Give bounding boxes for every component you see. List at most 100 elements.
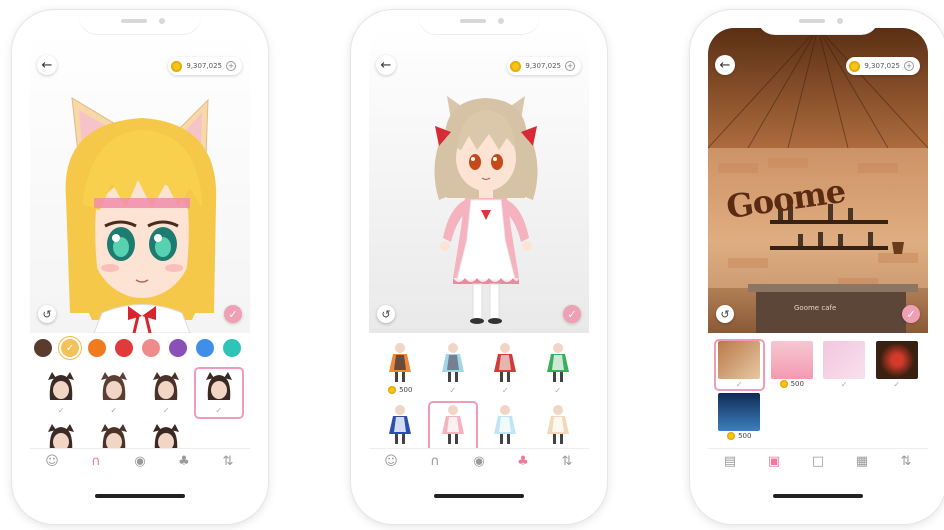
undo-icon[interactable]: ↺	[377, 305, 395, 323]
item-status: 500	[727, 431, 751, 441]
phone-hair-editor: ← 9,307,025 + ↺ ✓ ✓ ✓ ✓ ✓ ✓ ☺ ∩ ◉ ♣ ⇅	[12, 10, 268, 524]
add-coins-icon[interactable]: +	[904, 61, 914, 71]
coin-icon	[849, 60, 861, 72]
outfit-thumbnail	[434, 403, 472, 447]
hair-style-item[interactable]: ✓	[143, 369, 190, 417]
screen: ← 9,307,025 +	[708, 28, 928, 506]
cafe-background-stage: ← 9,307,025 + Goome Goome cafe ↺ ✓	[708, 28, 928, 333]
hair-thumbnail	[147, 369, 185, 405]
item-status: ✓	[449, 385, 456, 395]
item-status: ✓	[215, 405, 222, 415]
confirm-check-icon[interactable]: ✓	[902, 305, 920, 323]
screen: ← 9,307,025 +	[369, 28, 589, 506]
outfit-thumbnail	[381, 403, 419, 447]
eye-icon[interactable]: ◉	[469, 451, 489, 471]
back-arrow-icon[interactable]: ←	[376, 55, 396, 75]
background-item[interactable]: ✓	[716, 341, 763, 389]
frame-icon[interactable]: ▣	[764, 451, 784, 471]
outfit-item[interactable]: ✓	[482, 341, 529, 399]
owned-check-icon: ✓	[110, 405, 118, 415]
phone-outfit-editor: ← 9,307,025 + ↺ ✓ 500 ✓ ✓ ✓ ☺ ∩ ◉ ♣ ⇅	[351, 10, 607, 524]
category-tab-bar: ☺ ∩ ◉ ♣ ⇅	[30, 448, 250, 473]
coin-icon	[388, 386, 397, 394]
hair-icon[interactable]: ∩	[86, 451, 106, 471]
item-status: ✓	[893, 379, 900, 389]
outfit-icon[interactable]: ♣	[513, 451, 533, 471]
sort-icon[interactable]: ⇅	[218, 451, 238, 471]
owned-check-icon: ✓	[57, 405, 65, 415]
color-swatch[interactable]	[223, 339, 241, 357]
color-swatch[interactable]	[196, 339, 214, 357]
background-thumbnail	[718, 341, 761, 380]
outfit-thumbnail	[539, 403, 577, 447]
item-status: ✓	[163, 405, 170, 415]
sort-icon[interactable]: ⇅	[557, 451, 577, 471]
bg-shop-icon[interactable]: ▤	[720, 451, 740, 471]
color-swatch[interactable]	[169, 339, 187, 357]
item-status: 500	[779, 379, 804, 389]
undo-icon[interactable]: ↺	[38, 305, 56, 323]
hair-style-item[interactable]: ✓	[91, 369, 138, 417]
color-swatch[interactable]: ✓	[61, 339, 79, 357]
home-indicator	[95, 494, 185, 498]
background-item[interactable]: 500	[769, 341, 816, 389]
face-icon[interactable]: ☺	[381, 451, 401, 471]
outfit-item[interactable]: ✓	[535, 341, 582, 399]
hair-thumbnail	[95, 369, 133, 405]
back-arrow-icon[interactable]: ←	[715, 55, 735, 75]
outfit-thumbnail	[434, 341, 472, 385]
coin-balance-value: 9,307,025	[525, 62, 561, 70]
hair-thumbnail	[42, 369, 80, 405]
confirm-check-icon[interactable]: ✓	[563, 305, 581, 323]
outfit-icon[interactable]: ♣	[174, 451, 194, 471]
background-item[interactable]: 500	[716, 393, 763, 441]
item-price: 500	[738, 432, 752, 441]
coin-balance[interactable]: 9,307,025 +	[507, 57, 581, 75]
coin-icon	[510, 60, 522, 72]
coin-balance[interactable]: 9,307,025 +	[846, 57, 920, 75]
item-status: ✓	[736, 379, 743, 389]
coin-balance[interactable]: 9,307,025 +	[168, 57, 242, 75]
color-swatch[interactable]	[142, 339, 160, 357]
category-tab-bar: ☺ ∩ ◉ ♣ ⇅	[369, 448, 589, 473]
hair-style-item[interactable]: ✓	[196, 369, 243, 417]
outfit-item[interactable]: 500	[377, 341, 424, 399]
counter-label: Goome cafe	[794, 304, 837, 312]
back-arrow-icon[interactable]: ←	[37, 55, 57, 75]
owned-check-icon: ✓	[501, 385, 509, 395]
background-item[interactable]: ✓	[874, 341, 921, 389]
hair-thumbnail	[200, 369, 238, 405]
hair-style-item[interactable]: ✓	[38, 369, 85, 417]
add-coins-icon[interactable]: +	[226, 61, 236, 71]
outfit-thumbnail	[539, 341, 577, 385]
coin-icon	[727, 432, 736, 441]
screen: ← 9,307,025 +	[30, 28, 250, 506]
owned-check-icon: ✓	[735, 379, 743, 389]
home-indicator	[434, 494, 524, 498]
face-icon[interactable]: ☺	[42, 451, 62, 471]
owned-check-icon: ✓	[840, 379, 848, 389]
background-item[interactable]: ✓	[821, 341, 868, 389]
background-thumbnail	[770, 341, 813, 380]
sort-icon[interactable]: ⇅	[896, 451, 916, 471]
outfit-item[interactable]: ✓	[430, 341, 477, 399]
owned-check-icon: ✓	[162, 405, 170, 415]
undo-icon[interactable]: ↺	[716, 305, 734, 323]
hair-icon[interactable]: ∩	[425, 451, 445, 471]
owned-check-icon: ✓	[215, 405, 223, 415]
board-icon[interactable]: □	[808, 451, 828, 471]
eye-icon[interactable]: ◉	[130, 451, 150, 471]
color-swatch[interactable]	[115, 339, 133, 357]
background-thumbnail	[823, 341, 866, 380]
add-coins-icon[interactable]: +	[565, 61, 575, 71]
window-icon[interactable]: ▦	[852, 451, 872, 471]
hair-color-swatches: ✓	[30, 333, 250, 357]
category-tab-bar: ▤ ▣ □ ▦ ⇅	[708, 448, 928, 473]
phone-notch	[757, 10, 879, 34]
phone-background-editor: ← 9,307,025 + Goome Goome cafe ↺ ✓ ✓ 500…	[690, 10, 944, 524]
color-swatch[interactable]	[34, 339, 52, 357]
background-thumbnail	[875, 341, 918, 380]
item-status: ✓	[554, 385, 561, 395]
confirm-check-icon[interactable]: ✓	[224, 305, 242, 323]
color-swatch[interactable]	[88, 339, 106, 357]
